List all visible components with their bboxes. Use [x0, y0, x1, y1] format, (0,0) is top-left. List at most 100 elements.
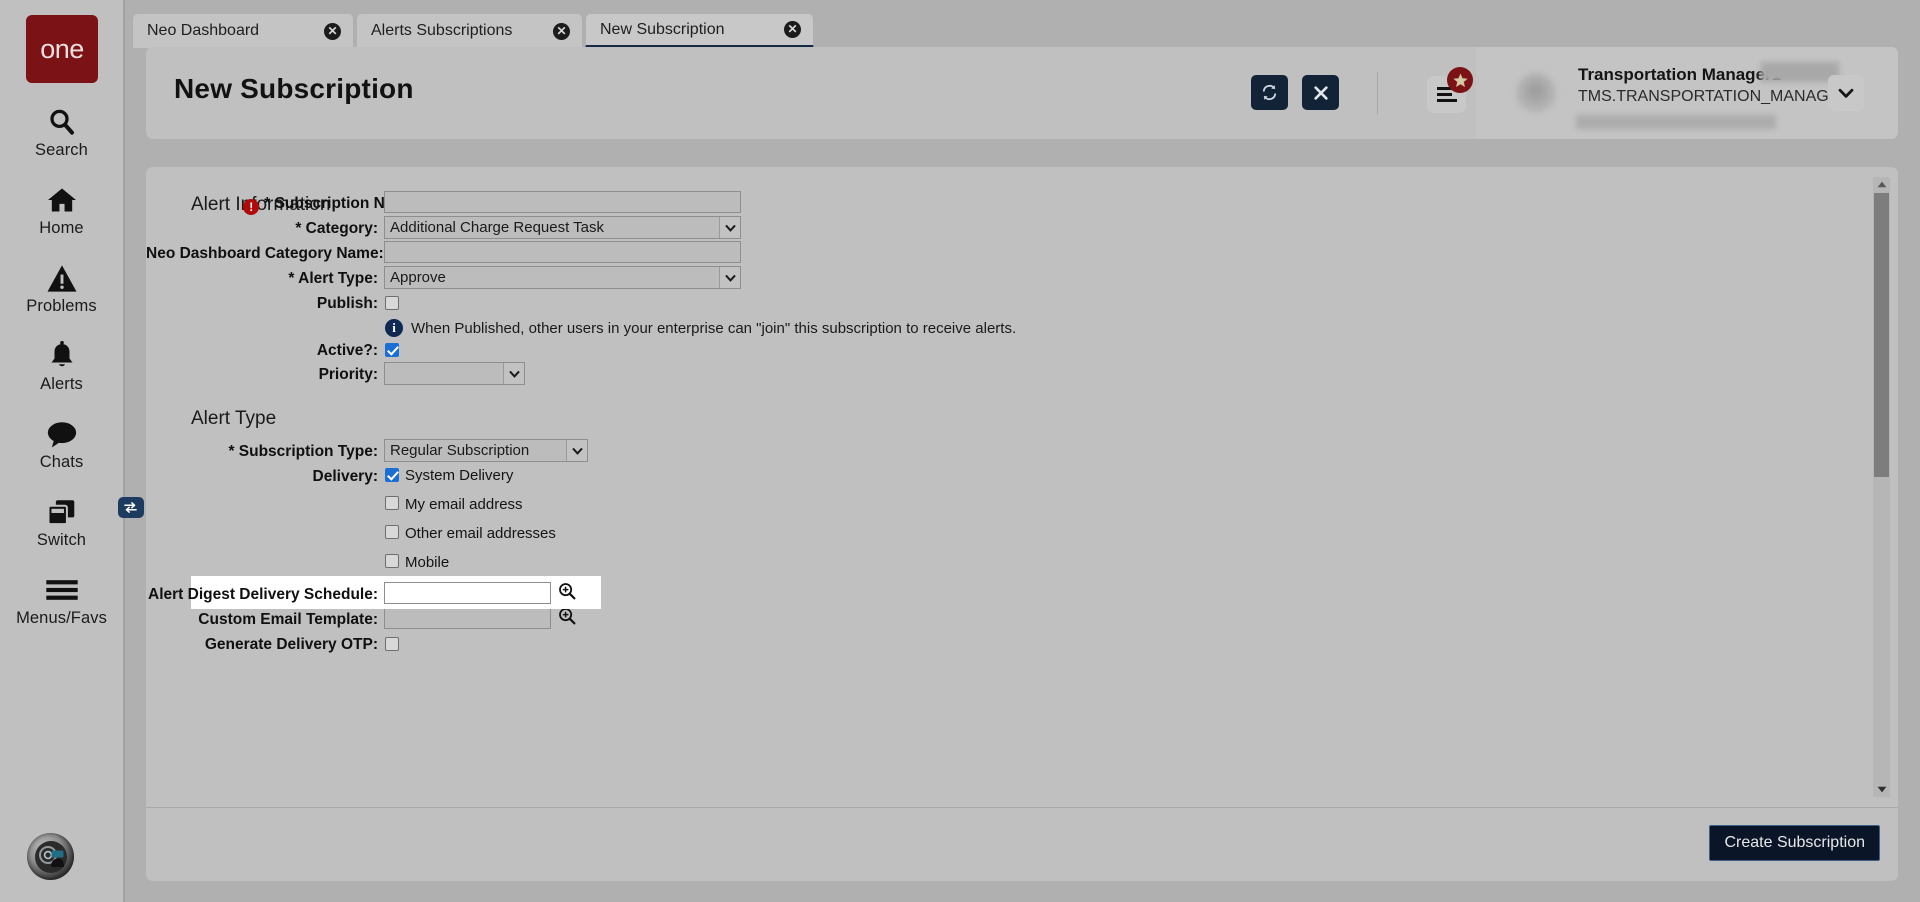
- sidebar-item-label: Problems: [26, 297, 97, 316]
- sidebar-item-label: Alerts: [40, 375, 83, 394]
- tab-alerts-subscriptions[interactable]: Alerts Subscriptions ✕: [356, 14, 583, 48]
- swap-arrows-icon[interactable]: [118, 497, 144, 518]
- delivery-system-label: System Delivery: [405, 468, 513, 484]
- caret-down-icon[interactable]: [1873, 782, 1890, 797]
- label-category: * Category:: [146, 216, 378, 242]
- label-generate-delivery-otp: Generate Delivery OTP:: [146, 632, 378, 658]
- redacted-user-detail: [1576, 115, 1776, 129]
- home-icon: [46, 183, 78, 217]
- chevron-down-icon: [719, 267, 740, 288]
- label-subscription-type: * Subscription Type:: [146, 439, 378, 465]
- label-publish: Publish:: [146, 291, 378, 317]
- chevron-down-icon: [566, 440, 587, 461]
- sidebar-item-chats[interactable]: Chats: [0, 417, 124, 473]
- user-name: Transportation Manager1: [1578, 65, 1781, 85]
- publish-checkbox[interactable]: [385, 296, 399, 310]
- page-title: New Subscription: [174, 73, 414, 105]
- sidebar-item-alerts[interactable]: Alerts: [0, 339, 124, 395]
- close-circle-icon[interactable]: ✕: [553, 23, 570, 40]
- left-sidebar: one Search Home: [0, 0, 125, 902]
- application-window: one Search Home: [0, 0, 1920, 902]
- user-role: TMS.TRANSPORTATION_MANAGER: [1578, 88, 1851, 106]
- section-title-alert-type: Alert Type: [191, 408, 276, 430]
- avatar: [1516, 73, 1556, 113]
- info-icon: i: [385, 319, 403, 337]
- label-priority: Priority:: [146, 362, 378, 388]
- delivery-other-emails-label: Other email addresses: [405, 526, 556, 542]
- label-subscription-name: !* Subscription Name:: [146, 191, 421, 217]
- label-custom-email-template: Custom Email Template:: [146, 607, 378, 633]
- close-x-icon: [1312, 84, 1330, 102]
- search-icon: [47, 105, 77, 139]
- sidebar-item-label: Switch: [37, 531, 86, 550]
- ai-assistant-avatar-icon[interactable]: [27, 833, 74, 880]
- one-network-logo[interactable]: one: [26, 15, 98, 83]
- sidebar-item-home[interactable]: Home: [0, 183, 124, 239]
- chevron-down-icon: [719, 217, 740, 238]
- publish-note-text: When Published, other users in your ente…: [411, 320, 1016, 337]
- magnifier-plus-icon[interactable]: [558, 582, 576, 600]
- neo-dashboard-category-name-input[interactable]: [384, 241, 741, 263]
- tab-label: New Subscription: [600, 21, 725, 39]
- form-scroll-region: Alert Information !* Subscription Name: …: [146, 167, 1898, 807]
- label-alert-type: * Alert Type:: [146, 266, 378, 292]
- footer-divider: [146, 807, 1898, 808]
- label-neo-dashboard-category-name: Neo Dashboard Category Name:: [146, 241, 378, 267]
- warning-triangle-icon: [46, 261, 78, 295]
- category-value: Additional Charge Request Task: [385, 219, 719, 236]
- sidebar-item-switch[interactable]: Switch: [0, 495, 124, 551]
- tab-new-subscription[interactable]: New Subscription ✕: [585, 14, 814, 48]
- sidebar-item-menus-favs[interactable]: Menus/Favs: [0, 573, 124, 629]
- close-circle-icon[interactable]: ✕: [324, 23, 341, 40]
- close-circle-icon[interactable]: ✕: [784, 21, 801, 38]
- hamburger-icon: [45, 573, 79, 607]
- tab-label: Neo Dashboard: [147, 22, 259, 40]
- tab-neo-dashboard[interactable]: Neo Dashboard ✕: [132, 14, 354, 48]
- magnifier-plus-icon[interactable]: [558, 607, 576, 625]
- alert-digest-delivery-schedule-input[interactable]: [384, 582, 551, 604]
- bell-icon: [47, 339, 77, 373]
- chevron-down-icon: [1838, 88, 1854, 99]
- subscription-type-value: Regular Subscription: [385, 442, 566, 459]
- sidebar-item-label: Chats: [40, 453, 84, 472]
- delivery-mobile-checkbox[interactable]: [385, 554, 399, 568]
- delivery-mobile-label: Mobile: [405, 555, 449, 571]
- priority-select[interactable]: [384, 362, 525, 385]
- menus-favorites-button[interactable]: [1427, 76, 1466, 113]
- create-subscription-button[interactable]: Create Subscription: [1709, 825, 1880, 861]
- alert-type-value: Approve: [385, 269, 719, 286]
- header-divider: [1377, 72, 1378, 114]
- form-vertical-scrollbar[interactable]: [1873, 177, 1890, 797]
- delivery-my-email-label: My email address: [405, 497, 523, 513]
- sidebar-item-search[interactable]: Search: [0, 105, 124, 161]
- delivery-my-email-checkbox[interactable]: [385, 496, 399, 510]
- delivery-other-emails-checkbox[interactable]: [385, 525, 399, 539]
- chevron-down-icon: [503, 363, 524, 384]
- svg-text:one: one: [40, 34, 84, 64]
- alert-type-select[interactable]: Approve: [384, 266, 741, 289]
- active-checkbox[interactable]: [385, 343, 399, 357]
- sidebar-item-problems[interactable]: Problems: [0, 261, 124, 317]
- refresh-button[interactable]: [1251, 75, 1288, 110]
- refresh-icon: [1260, 83, 1279, 102]
- sidebar-item-label: Menus/Favs: [16, 609, 107, 628]
- category-select[interactable]: Additional Charge Request Task: [384, 216, 741, 239]
- windows-switch-icon: [46, 495, 78, 529]
- custom-email-template-input[interactable]: [384, 607, 551, 629]
- generate-delivery-otp-checkbox[interactable]: [385, 637, 399, 651]
- close-page-button[interactable]: [1302, 75, 1339, 110]
- delivery-system-checkbox[interactable]: [385, 468, 399, 482]
- subscription-form-card: Alert Information !* Subscription Name: …: [146, 167, 1898, 881]
- star-icon: [1447, 67, 1473, 93]
- caret-up-icon[interactable]: [1873, 177, 1890, 192]
- scrollbar-thumb[interactable]: [1874, 193, 1889, 477]
- label-active: Active?:: [146, 338, 378, 364]
- logo-wordmark-icon: one: [31, 33, 93, 65]
- label-delivery: Delivery:: [146, 464, 378, 490]
- subscription-type-select[interactable]: Regular Subscription: [384, 439, 588, 462]
- label-alert-digest-delivery-schedule: Alert Digest Delivery Schedule:: [146, 582, 378, 608]
- user-profile-menu[interactable]: Transportation Manager1 TMS.TRANSPORTATI…: [1476, 47, 1898, 139]
- user-menu-toggle[interactable]: [1828, 75, 1864, 111]
- subscription-name-input[interactable]: [384, 191, 741, 213]
- sidebar-item-label: Home: [39, 219, 83, 238]
